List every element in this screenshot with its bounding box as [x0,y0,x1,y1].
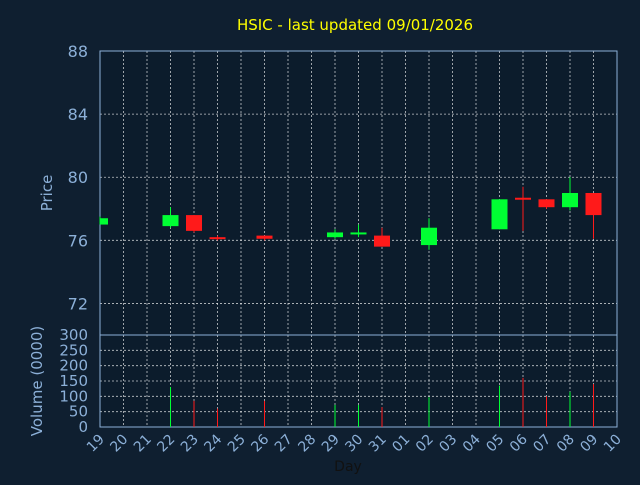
candle-body [374,235,390,247]
candle-body [327,232,343,238]
volume-tick-label: 0 [78,418,88,436]
price-tick-label: 76 [68,231,88,250]
price-tick-label: 80 [68,168,88,187]
chart-canvas: HSIC - last updated 09/01/2026 88 84 80 76 7… [0,0,640,480]
candle-body [186,215,202,231]
candle-body [421,227,437,246]
price-tick-label: 72 [68,294,88,313]
candlestick-chart: HSIC - last updated 09/01/2026 88 84 80 76 7… [0,0,640,480]
volume-axis-label: Volume (0000) [28,326,46,436]
price-axis-label: Price [38,175,56,212]
candle-body [350,232,367,235]
candle-body [538,199,555,208]
candle-body [585,193,602,216]
candle-body [562,193,578,208]
candle-body [162,215,179,227]
candle-body [491,199,508,230]
x-axis-label: Day [334,459,362,475]
candle-body [515,197,531,200]
chart-title: HSIC - last updated 09/01/2026 [237,16,473,34]
candle-body [100,218,108,225]
candle-body [209,237,226,240]
price-tick-label: 88 [68,42,88,61]
price-panel: 88 84 80 76 72 [68,42,618,336]
candle-body [256,235,273,239]
price-tick-label: 84 [68,105,88,124]
